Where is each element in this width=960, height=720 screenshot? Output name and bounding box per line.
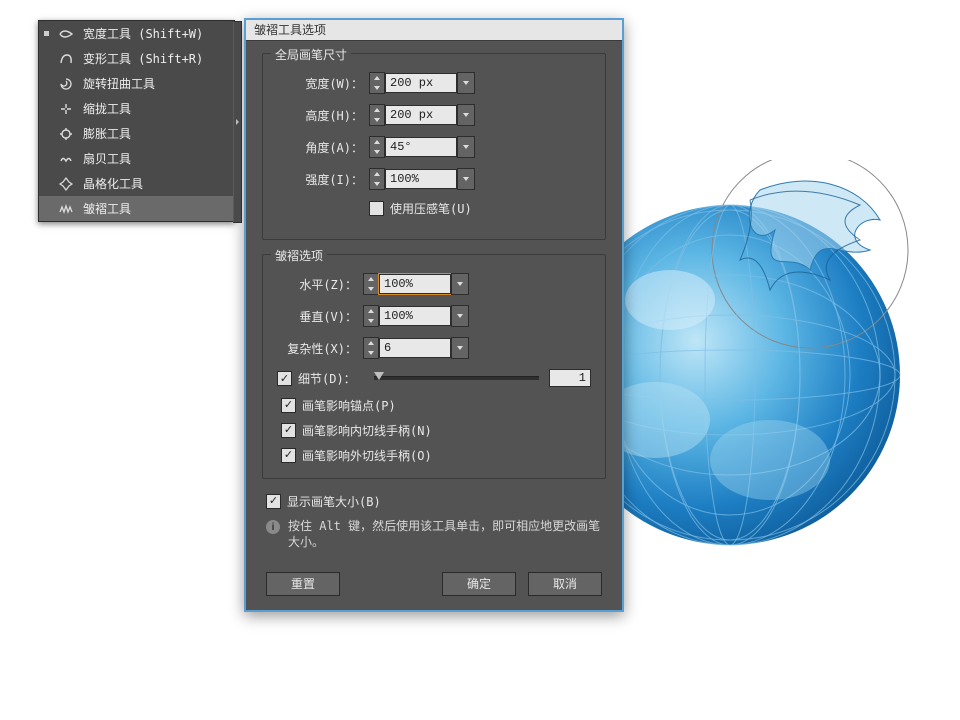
scallop-tool-icon <box>57 150 75 168</box>
tool-label: 晶格化工具 <box>83 175 143 192</box>
label-complexity: 复杂性(X)： <box>277 340 363 357</box>
label-show-brush-size: 显示画笔大小(B) <box>287 493 381 510</box>
tool-label: 宽度工具 (Shift+W) <box>83 25 203 42</box>
wrinkle-tool-icon <box>57 200 75 218</box>
spinner-intensity[interactable] <box>369 168 385 190</box>
input-angle[interactable]: 45° <box>385 137 457 157</box>
input-width[interactable]: 200 px <box>385 73 457 93</box>
checkbox-show-brush-size[interactable] <box>266 494 281 509</box>
label-width: 宽度(W)： <box>277 75 369 92</box>
group-title: 皱褶选项 <box>271 247 327 264</box>
checkbox-affect-out-handles[interactable] <box>281 448 296 463</box>
info-icon: i <box>266 520 280 534</box>
tool-label: 缩拢工具 <box>83 100 131 117</box>
spinner-complexity[interactable] <box>363 337 379 359</box>
spinner-angle[interactable] <box>369 136 385 158</box>
spinner-height[interactable] <box>369 104 385 126</box>
label-pressure-pen: 使用压感笔(U) <box>390 200 472 217</box>
tool-item-pucker[interactable]: 缩拢工具 <box>39 96 234 121</box>
label-height: 高度(H)： <box>277 107 369 124</box>
checkbox-affect-in-handles[interactable] <box>281 423 296 438</box>
wrinkle-tool-options-dialog: 皱褶工具选项 全局画笔尺寸 宽度(W)： 200 px 高度(H)： 200 p… <box>244 18 624 612</box>
label-affect-in-handles: 画笔影响内切线手柄(N) <box>302 422 432 439</box>
spinner-horizontal[interactable] <box>363 273 379 295</box>
spinner-vertical[interactable] <box>363 305 379 327</box>
dropdown-horizontal[interactable] <box>451 273 469 295</box>
input-intensity[interactable]: 100% <box>385 169 457 189</box>
tool-item-scallop[interactable]: 扇贝工具 <box>39 146 234 171</box>
tool-item-bloat[interactable]: 膨胀工具 <box>39 121 234 146</box>
twirl-tool-icon <box>57 75 75 93</box>
warp-tool-icon <box>57 50 75 68</box>
label-detail: 细节(D)： <box>298 370 356 387</box>
dropdown-complexity[interactable] <box>451 337 469 359</box>
label-vertical: 垂直(V)： <box>277 308 363 325</box>
width-tool-icon <box>57 25 75 43</box>
group-global-brush: 全局画笔尺寸 宽度(W)： 200 px 高度(H)： 200 px 角度(A)… <box>262 53 606 240</box>
label-angle: 角度(A)： <box>277 139 369 156</box>
reset-button[interactable]: 重置 <box>266 572 340 596</box>
cancel-button[interactable]: 取消 <box>528 572 602 596</box>
dropdown-width[interactable] <box>457 72 475 94</box>
dropdown-intensity[interactable] <box>457 168 475 190</box>
checkbox-detail[interactable]: ✓ <box>277 371 292 386</box>
flyout-tearoff-handle[interactable] <box>233 21 242 223</box>
input-detail-value[interactable]: 1 <box>549 369 591 387</box>
dialog-title: 皱褶工具选项 <box>246 20 622 41</box>
checkbox-pressure-pen[interactable] <box>369 201 384 216</box>
dialog-body: 全局画笔尺寸 宽度(W)： 200 px 高度(H)： 200 px 角度(A)… <box>246 41 622 610</box>
tool-label: 膨胀工具 <box>83 125 131 142</box>
tool-item-crystallize[interactable]: 晶格化工具 <box>39 171 234 196</box>
dropdown-vertical[interactable] <box>451 305 469 327</box>
tool-label: 变形工具 (Shift+R) <box>83 50 203 67</box>
slider-detail[interactable] <box>374 376 539 380</box>
group-title: 全局画笔尺寸 <box>271 46 351 63</box>
slider-thumb-icon <box>374 372 384 380</box>
input-horizontal[interactable]: 100% <box>379 274 451 294</box>
tool-label: 旋转扭曲工具 <box>83 75 155 92</box>
ok-button[interactable]: 确定 <box>442 572 516 596</box>
dropdown-angle[interactable] <box>457 136 475 158</box>
input-height[interactable]: 200 px <box>385 105 457 125</box>
tool-label: 皱褶工具 <box>83 200 131 217</box>
active-tool-marker <box>44 31 49 36</box>
tool-item-warp[interactable]: 变形工具 (Shift+R) <box>39 46 234 71</box>
pucker-tool-icon <box>57 100 75 118</box>
checkbox-affect-anchors[interactable] <box>281 398 296 413</box>
label-affect-anchors: 画笔影响锚点(P) <box>302 397 396 414</box>
dropdown-height[interactable] <box>457 104 475 126</box>
tool-label: 扇贝工具 <box>83 150 131 167</box>
tool-item-twirl[interactable]: 旋转扭曲工具 <box>39 71 234 96</box>
tool-flyout-panel: 宽度工具 (Shift+W) 变形工具 (Shift+R) 旋转扭曲工具 缩拢工… <box>38 20 235 222</box>
label-affect-out-handles: 画笔影响外切线手柄(O) <box>302 447 432 464</box>
input-complexity[interactable]: 6 <box>379 338 451 358</box>
spinner-width[interactable] <box>369 72 385 94</box>
label-horizontal: 水平(Z)： <box>277 276 363 293</box>
crystallize-tool-icon <box>57 175 75 193</box>
group-wrinkle-options: 皱褶选项 水平(Z)： 100% 垂直(V)： 100% 复杂性(X)： 6 <box>262 254 606 479</box>
label-intensity: 强度(I)： <box>277 171 369 188</box>
input-vertical[interactable]: 100% <box>379 306 451 326</box>
hint-text: 按住 Alt 键，然后使用该工具单击，即可相应地更改画笔大小。 <box>288 518 602 550</box>
bloat-tool-icon <box>57 125 75 143</box>
tool-item-wrinkle[interactable]: 皱褶工具 <box>39 196 234 221</box>
tool-item-width[interactable]: 宽度工具 (Shift+W) <box>39 21 234 46</box>
